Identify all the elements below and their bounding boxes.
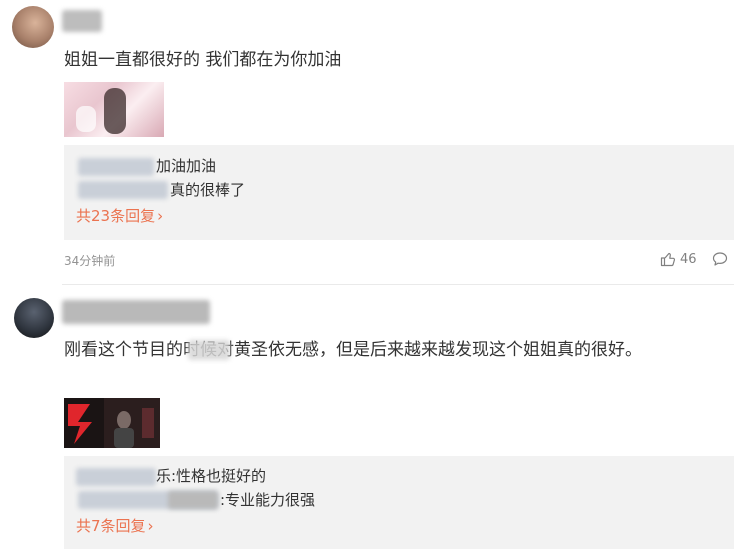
reply-username-blurred[interactable] xyxy=(168,491,218,509)
reply-box: 加油加油 真的很棒了 共23条回复 › xyxy=(64,145,734,240)
more-replies-label: 共7条回复 xyxy=(76,517,146,535)
comment-image-thumbnail[interactable] xyxy=(64,82,164,137)
like-button[interactable]: 46 xyxy=(660,251,697,267)
chevron-right-icon: › xyxy=(157,207,164,225)
more-replies-link[interactable]: 共23条回复 › xyxy=(76,205,163,227)
username-blurred[interactable] xyxy=(62,10,102,32)
reply-username-blurred[interactable] xyxy=(78,158,154,176)
more-replies-link[interactable]: 共7条回复 › xyxy=(76,515,154,537)
comment-divider xyxy=(62,284,734,285)
comment-time: 34分钟前 xyxy=(64,254,116,268)
comment-image-thumbnail[interactable] xyxy=(64,398,160,448)
chevron-right-icon: › xyxy=(147,517,154,535)
comment-icon xyxy=(712,252,728,266)
reply-box: 乐:性格也挺好的 :专业能力很强 共7条回复 › xyxy=(64,456,734,549)
thumbs-up-icon xyxy=(660,252,676,267)
avatar[interactable] xyxy=(14,298,54,338)
reply-username-blurred[interactable] xyxy=(78,181,168,199)
like-count: 46 xyxy=(680,251,697,267)
reply-username-blurred[interactable] xyxy=(76,468,156,486)
reply-text: 加油加油 xyxy=(156,157,217,175)
reply-text: 乐:性格也挺好的 xyxy=(156,467,267,485)
more-replies-label: 共23条回复 xyxy=(76,207,156,225)
comment-text: 刚看这个节目的时候对黄圣依无感，但是后来越来越发现这个姐姐真的很好。 xyxy=(64,340,642,360)
text-blurred-overlay xyxy=(188,340,230,360)
reply-button[interactable] xyxy=(712,251,728,267)
avatar[interactable] xyxy=(12,6,54,48)
thumbnail-art xyxy=(68,398,160,448)
username-blurred[interactable] xyxy=(62,300,210,324)
reply-text: :专业能力很强 xyxy=(220,491,316,509)
comment-text: 姐姐一直都很好的 我们都在为你加油 xyxy=(64,50,342,70)
reply-text: 真的很棒了 xyxy=(170,181,246,199)
